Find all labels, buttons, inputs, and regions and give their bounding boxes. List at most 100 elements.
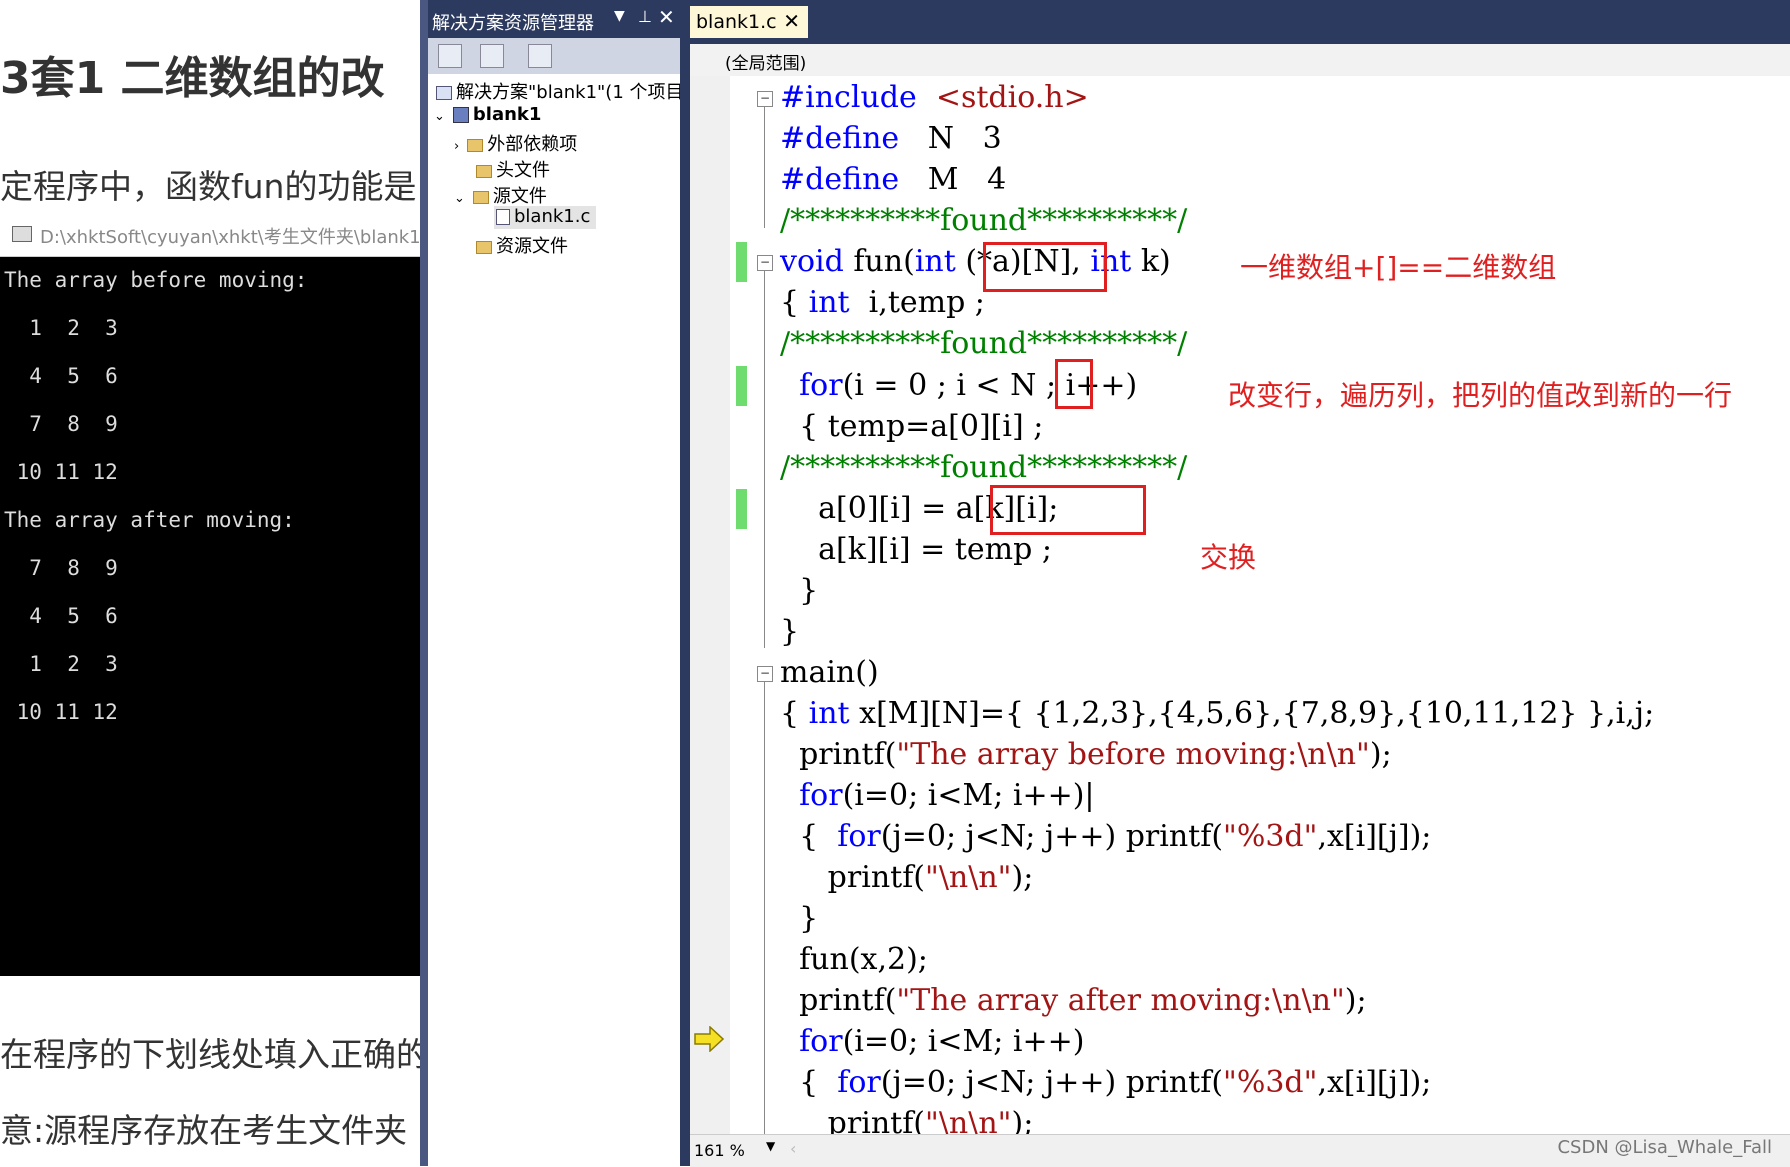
annotation-text: 改变行，遍历列，把列的值改到新的一行 [1228,379,1733,412]
code-line-12: a[k][i] = temp ; [780,532,1052,567]
tree-item-label: 资源文件 [496,236,568,257]
code-line-16: { int x[M][N]={ {1,2,3},{4,5,6},{7,8,9},… [780,696,1655,731]
highlight-box [1055,359,1093,409]
highlight-box [990,485,1146,535]
code-line-10: /**********found**********/ [780,450,1188,485]
code-line-13: } [780,573,819,608]
chevron-down-icon[interactable]: ⌄ [454,191,465,206]
console-app-icon [12,226,32,242]
console-output: The array before moving: 1 2 3 4 5 6 7 8… [0,256,420,976]
dropdown-icon[interactable]: ▼ [614,8,625,24]
doc-line-2: 在程序的下划线处填入正确的 [0,1035,429,1074]
refresh-icon[interactable] [528,44,552,68]
console-window[interactable]: D:\xhktSoft\cyuyan\xhkt\考生文件夹\blank1\ Th… [0,212,427,976]
console-line: The array after moving: [4,508,295,532]
code-line-23: printf("The array after moving:\n\n"); [780,983,1367,1018]
console-line: 1 2 3 [4,652,118,676]
scope-dropdown[interactable]: (全局范围) [690,44,1790,77]
folder-icon [476,240,492,254]
tree-solution[interactable]: 解决方案"blank1"(1 个项目 [436,78,684,104]
tab-label: blank1.c [696,11,777,33]
collapse-icon[interactable]: − [757,666,773,682]
console-line: 10 11 12 [4,700,118,724]
doc-title: 3套1 二维数组的改 [0,53,385,104]
code-line-14: } [780,614,800,649]
code-line-1: #include <stdio.h> [780,80,1089,115]
code-line-20: printf("\n\n"); [780,860,1034,895]
pin-icon[interactable]: ⊥ [638,7,652,26]
console-title: D:\xhktSoft\cyuyan\xhkt\考生文件夹\blank1\ [40,227,427,248]
code-line-15: main() [780,655,879,690]
doc-line-1: 定程序中，函数fun的功能是 [0,167,417,206]
code-line-4: /**********found**********/ [780,203,1188,238]
scope-label: (全局范围) [725,54,807,74]
console-line: 4 5 6 [4,604,118,628]
chevron-down-icon[interactable]: ▼ [766,1139,775,1153]
tree-item-sources[interactable]: ⌄ 源文件 [454,182,547,208]
project-icon [452,107,469,123]
close-icon[interactable]: ✕ [658,5,675,29]
folder-open-icon [472,190,489,204]
tree-item-external-deps[interactable]: › 外部依赖项 [454,130,577,156]
console-line: 10 11 12 [4,460,118,484]
collapse-icon[interactable]: − [757,91,773,107]
console-line: 1 2 3 [4,316,118,340]
code-line-21: } [780,901,819,936]
annotation-text: 一维数组+[]==二维数组 [1240,251,1557,284]
doc-line-3: 意:源程序存放在考生文件夹 [0,1111,408,1150]
solution-icon [436,86,452,100]
console-line: The array before moving: [4,268,308,292]
solution-tree: 解决方案"blank1"(1 个项目 ⌄ blank1 › 外部依赖项 头文件 ⌄ 源… [428,74,684,1166]
outline-line [764,106,765,228]
tree-item-headers[interactable]: 头文件 [476,156,550,182]
outline-line [764,681,765,1134]
panel-border [420,0,428,1166]
watermark: CSDN @Lisa_Whale_Fall [1557,1137,1772,1158]
tree-item-label: 头文件 [496,160,550,181]
zoom-level[interactable]: 161 % [694,1141,745,1160]
code-line-19: { for(j=0; j<N; j++) printf("%3d",x[i][j… [780,819,1432,854]
code-line-6: { int i,temp ; [780,285,985,320]
tree-item-resources[interactable]: 资源文件 [476,232,568,258]
code-line-25: { for(j=0; j<N; j++) printf("%3d",x[i][j… [780,1065,1432,1100]
properties-icon[interactable] [438,44,462,68]
tree-project[interactable]: ⌄ blank1 [434,104,541,125]
close-icon[interactable]: ✕ [783,9,800,33]
code-line-17: printf("The array before moving:\n\n"); [780,737,1392,772]
code-line-7: /**********found**********/ [780,326,1188,361]
tree-item-label: 源文件 [492,186,547,207]
scroll-left-icon[interactable]: ‹ [790,1139,796,1158]
solution-explorer-toolbar [428,38,680,75]
outline-gutter [730,76,760,1134]
tree-item-blank1c[interactable]: blank1.c [494,206,597,229]
console-titlebar[interactable]: D:\xhktSoft\cyuyan\xhkt\考生文件夹\blank1\ [0,212,427,257]
tree-project-label: blank1 [472,104,542,125]
tree-item-label: blank1.c [514,206,591,227]
execution-pointer-icon [694,1026,724,1052]
code-line-2: #define N 3 [780,121,1002,156]
code-line-3: #define M 4 [780,162,1007,197]
tab-blank1c[interactable]: blank1.c ✕ [690,6,808,38]
folder-icon [467,138,484,152]
solution-explorer-title: 解决方案资源管理器 [432,13,594,34]
chevron-down-icon[interactable]: ⌄ [434,109,445,124]
folder-icon [476,164,492,178]
outline-line [764,270,765,648]
c-file-icon [496,209,510,225]
code-line-26: printf("\n\n"); [780,1106,1034,1134]
change-bar [736,242,747,282]
highlight-box [983,242,1107,292]
console-line: 4 5 6 [4,364,118,388]
code-line-18: for(i=0; i<M; i++)| [799,778,1095,813]
chevron-right-icon[interactable]: › [454,139,459,154]
console-line: 7 8 9 [4,412,118,436]
tree-solution-label: 解决方案"blank1"(1 个项目 [456,82,684,103]
solution-explorer-header[interactable]: 解决方案资源管理器 ▼ ⊥ ✕ [428,0,680,38]
console-line: 7 8 9 [4,556,118,580]
code-line-24: for(i=0; i<M; i++) [799,1024,1085,1059]
annotation-text: 交换 [1200,541,1257,574]
collapse-icon[interactable]: − [757,255,773,271]
indicator-margin [690,76,730,1134]
show-all-files-icon[interactable] [480,44,504,68]
change-bar [736,366,747,406]
